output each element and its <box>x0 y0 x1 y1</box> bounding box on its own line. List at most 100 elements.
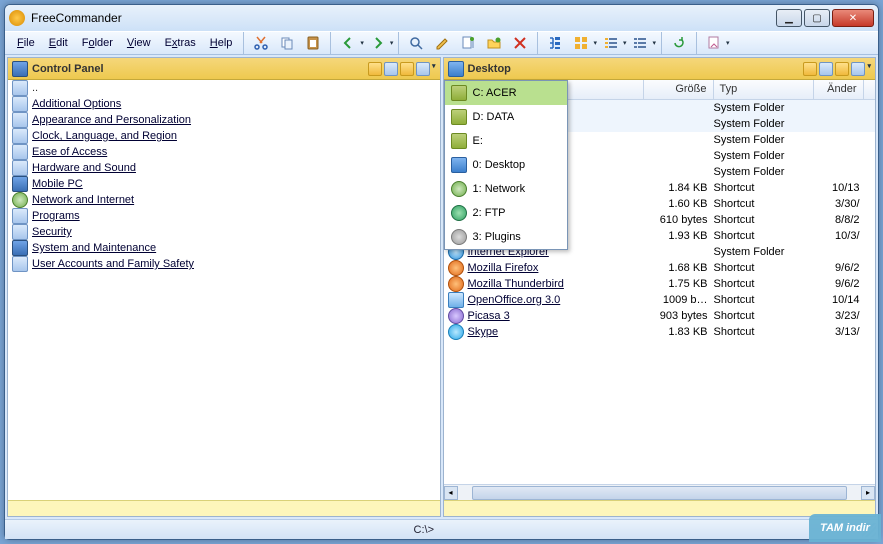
left-pane-header[interactable]: Control Panel ▾ <box>8 58 440 80</box>
item-icon <box>12 160 28 176</box>
left-pane-title: Control Panel <box>32 63 368 75</box>
list-item[interactable]: Appearance and Personalization <box>8 112 440 128</box>
view-details-button[interactable] <box>628 31 652 55</box>
menu-extras[interactable]: Extras <box>159 34 202 52</box>
menu-edit[interactable]: Edit <box>43 34 74 52</box>
table-row[interactable]: Picasa 3903 bytesShortcut3/23/ <box>444 308 876 324</box>
table-row[interactable]: Mozilla Firefox1.68 KBShortcut9/6/2 <box>444 260 876 276</box>
new-file-button[interactable] <box>456 31 480 55</box>
list-item[interactable]: System and Maintenance <box>8 240 440 256</box>
settings-button[interactable] <box>702 31 726 55</box>
paste-button[interactable] <box>301 31 325 55</box>
item-icon <box>12 192 28 208</box>
fwd-dd-icon[interactable]: ▾ <box>390 39 394 47</box>
table-row[interactable]: Skype1.83 KBShortcut3/13/ <box>444 324 876 340</box>
control-panel-icon <box>12 61 28 77</box>
drive-menu-item[interactable]: D: DATA <box>445 105 567 129</box>
list-item[interactable]: Mobile PC <box>8 176 440 192</box>
history-icon-r[interactable] <box>819 62 833 76</box>
status-path: C:\> <box>414 524 434 536</box>
titlebar[interactable]: FreeCommander <box>5 5 878 31</box>
view3-dd-icon[interactable]: ▾ <box>652 39 656 47</box>
drive-icon <box>451 229 467 245</box>
close-button[interactable] <box>832 9 874 27</box>
scroll-thumb[interactable] <box>472 486 848 500</box>
search-button[interactable] <box>404 31 428 55</box>
col-date[interactable]: Änder <box>814 80 864 99</box>
statusbar: C:\> <box>5 519 878 539</box>
desktop-icon <box>448 61 464 77</box>
drive-menu-item[interactable]: 3: Plugins <box>445 225 567 249</box>
window-title: FreeCommander <box>31 11 776 25</box>
row-icon <box>448 308 464 324</box>
drive-menu-item[interactable]: E: <box>445 129 567 153</box>
right-pane-title: Desktop <box>468 63 804 75</box>
list-item[interactable]: User Accounts and Family Safety <box>8 256 440 272</box>
item-icon <box>12 96 28 112</box>
history-icon[interactable] <box>384 62 398 76</box>
left-pane-dd-icon[interactable]: ▾ <box>432 62 436 76</box>
more-icon-r[interactable] <box>851 62 865 76</box>
fav-icon-r[interactable] <box>803 62 817 76</box>
drive-menu-item[interactable]: 2: FTP <box>445 201 567 225</box>
item-icon <box>12 144 28 160</box>
view-list-button[interactable] <box>599 31 623 55</box>
list-item[interactable]: Additional Options <box>8 96 440 112</box>
scroll-right-icon[interactable]: ▸ <box>861 486 875 500</box>
left-pane: Control Panel ▾ .. Additional OptionsApp… <box>7 57 441 517</box>
drive-icon <box>451 205 467 221</box>
drive-menu-item[interactable]: C: ACER <box>445 81 567 105</box>
back-button[interactable] <box>336 31 360 55</box>
edit-button[interactable] <box>430 31 454 55</box>
col-type[interactable]: Typ <box>714 80 814 99</box>
forward-button[interactable] <box>366 31 390 55</box>
list-item[interactable]: Hardware and Sound <box>8 160 440 176</box>
back-dd-icon[interactable]: ▾ <box>360 39 364 47</box>
menu-help[interactable]: Help <box>204 34 239 52</box>
up-row[interactable]: .. <box>8 80 440 96</box>
new-folder-button[interactable] <box>482 31 506 55</box>
table-row[interactable]: OpenOffice.org 3.01009 b…Shortcut10/14 <box>444 292 876 308</box>
drive-menu[interactable]: C: ACERD: DATAE:0: Desktop1: Network2: F… <box>444 80 568 250</box>
cut-button[interactable] <box>249 31 273 55</box>
list-item[interactable]: Clock, Language, and Region <box>8 128 440 144</box>
view-thumbnails-button[interactable] <box>569 31 593 55</box>
drive-menu-item[interactable]: 1: Network <box>445 177 567 201</box>
drive-menu-item[interactable]: 0: Desktop <box>445 153 567 177</box>
view2-dd-icon[interactable]: ▾ <box>623 39 627 47</box>
fav-icon[interactable] <box>368 62 382 76</box>
right-pane: Desktop ▾ C: ACERD: DATAE:0: Desktop1: N… <box>443 57 877 517</box>
right-pane-header[interactable]: Desktop ▾ <box>444 58 876 80</box>
settings-dd-icon[interactable]: ▾ <box>726 39 730 47</box>
view1-dd-icon[interactable]: ▾ <box>593 39 597 47</box>
list-item[interactable]: Network and Internet <box>8 192 440 208</box>
row-icon <box>448 260 464 276</box>
drive-icon <box>451 157 467 173</box>
menu-view[interactable]: View <box>121 34 157 52</box>
list-item[interactable]: Ease of Access <box>8 144 440 160</box>
item-icon <box>12 208 28 224</box>
menu-folder[interactable]: Folder <box>76 34 119 52</box>
col-size[interactable]: Größe <box>644 80 714 99</box>
tree-button[interactable] <box>543 31 567 55</box>
minimize-button[interactable] <box>776 9 802 27</box>
list-item[interactable]: Programs <box>8 208 440 224</box>
copy-button[interactable] <box>275 31 299 55</box>
table-row[interactable]: Mozilla Thunderbird1.75 KBShortcut9/6/2 <box>444 276 876 292</box>
h-scrollbar[interactable]: ◂ ▸ <box>444 484 876 500</box>
right-pane-dd-icon[interactable]: ▾ <box>867 62 871 76</box>
scroll-left-icon[interactable]: ◂ <box>444 486 458 500</box>
delete-button[interactable] <box>508 31 532 55</box>
left-pane-footer <box>8 500 440 516</box>
more-icon[interactable] <box>416 62 430 76</box>
folder-icon-r[interactable] <box>835 62 849 76</box>
left-pane-body[interactable]: .. Additional OptionsAppearance and Pers… <box>8 80 440 500</box>
maximize-button[interactable] <box>804 9 830 27</box>
list-item[interactable]: Security <box>8 224 440 240</box>
menu-file[interactable]: File <box>11 34 41 52</box>
up-icon <box>12 80 28 96</box>
drive-icon <box>451 85 467 101</box>
refresh-button[interactable] <box>667 31 691 55</box>
folder-icon[interactable] <box>400 62 414 76</box>
size-grip[interactable] <box>862 523 876 537</box>
